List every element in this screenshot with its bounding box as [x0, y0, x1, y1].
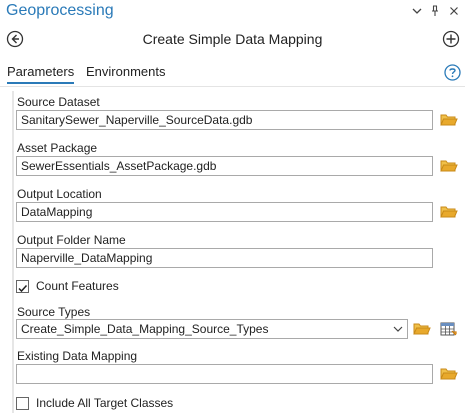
- tab-parameters-label: Parameters: [7, 64, 75, 79]
- existing-data-mapping-label: Existing Data Mapping: [17, 349, 138, 363]
- count-features-checkbox[interactable]: Count Features: [16, 279, 216, 296]
- folder-icon[interactable]: [440, 366, 458, 382]
- chevron-down-icon[interactable]: [410, 3, 424, 19]
- folder-icon[interactable]: [440, 112, 458, 128]
- checkbox-box[interactable]: [16, 397, 29, 410]
- pane-header: Geoprocessing: [0, 0, 465, 24]
- checkbox-box[interactable]: [16, 280, 29, 293]
- folder-icon[interactable]: [413, 321, 431, 337]
- parameter-group-rule: [12, 91, 14, 413]
- tool-header: Create Simple Data Mapping: [0, 28, 465, 52]
- source-types-label: Source Types: [17, 305, 91, 319]
- add-icon[interactable]: [442, 30, 460, 48]
- folder-icon[interactable]: [440, 204, 458, 220]
- include-all-target-classes-label: Include All Target Classes: [36, 396, 174, 410]
- pin-icon[interactable]: [428, 3, 442, 19]
- count-features-label: Count Features: [36, 279, 119, 293]
- chevron-down-icon[interactable]: [393, 323, 403, 338]
- tab-bar: Parameters Environments: [0, 62, 465, 86]
- asset-package-label: Asset Package: [17, 141, 98, 155]
- active-tab-underline: [7, 82, 75, 84]
- existing-data-mapping-field[interactable]: [16, 364, 433, 384]
- source-dataset-field[interactable]: SanitarySewer_Naperville_SourceData.gdb: [16, 110, 433, 130]
- output-folder-name-field[interactable]: Naperville_DataMapping: [16, 248, 433, 268]
- tab-environments[interactable]: Environments: [86, 64, 165, 79]
- help-icon[interactable]: [444, 64, 461, 81]
- source-dataset-label: Source Dataset: [17, 95, 100, 109]
- tab-parameters[interactable]: Parameters: [7, 64, 75, 84]
- tool-title: Create Simple Data Mapping: [142, 31, 323, 47]
- asset-package-field[interactable]: SewerEssentials_AssetPackage.gdb: [16, 156, 433, 176]
- output-location-label: Output Location: [17, 187, 102, 201]
- include-all-target-classes-checkbox[interactable]: Include All Target Classes: [16, 396, 236, 413]
- table-icon[interactable]: [440, 321, 458, 337]
- source-types-value: Create_Simple_Data_Mapping_Source_Types: [21, 322, 269, 336]
- source-types-select[interactable]: Create_Simple_Data_Mapping_Source_Types: [16, 319, 408, 339]
- checkmark-icon: [18, 284, 28, 293]
- output-folder-name-label: Output Folder Name: [17, 233, 126, 247]
- output-location-field[interactable]: DataMapping: [16, 202, 433, 222]
- folder-icon[interactable]: [440, 158, 458, 174]
- tab-divider: [0, 86, 465, 87]
- pane-title: Geoprocessing: [6, 2, 114, 19]
- close-icon[interactable]: [447, 3, 461, 19]
